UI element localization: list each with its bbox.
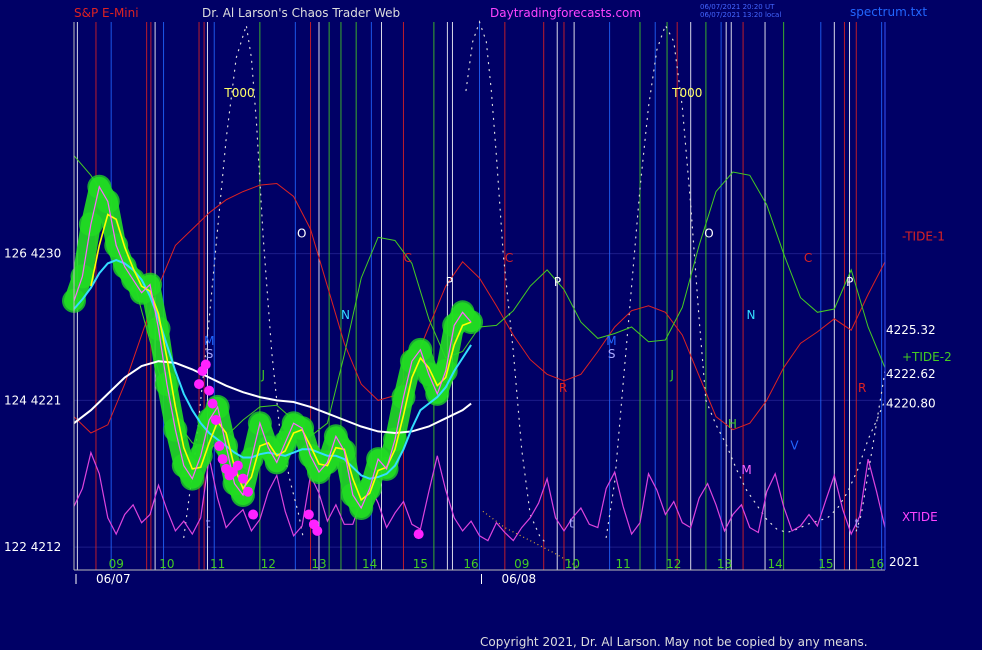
y-tick-label: 122 4212 xyxy=(4,540,61,554)
annotation-label: P xyxy=(554,275,561,289)
x-tick-label: 14 xyxy=(768,557,783,571)
annotation-label: R xyxy=(858,381,866,395)
magenta-dot xyxy=(413,529,424,540)
header-author: Dr. Al Larson's Chaos Trader Web xyxy=(202,6,400,20)
legend-label: XTIDE xyxy=(902,510,938,524)
annotation-label: C xyxy=(804,251,812,265)
annotation-label: t xyxy=(206,517,211,531)
annotation-label: S xyxy=(608,347,616,361)
day-label: 06/08 xyxy=(502,572,537,586)
annotation-label: N xyxy=(341,308,350,322)
x-tick-label: 14 xyxy=(362,557,377,571)
x-tick-label: 12 xyxy=(666,557,681,571)
annotation-label: T000 xyxy=(223,86,254,100)
x-tick-label: 09 xyxy=(514,557,529,571)
right-price-label: 4225.32 xyxy=(886,323,936,337)
annotation-label: H xyxy=(728,417,737,431)
x-tick-label: 10 xyxy=(565,557,580,571)
magenta-dot xyxy=(204,385,215,396)
annotation-label: M xyxy=(204,334,214,348)
magenta-dot xyxy=(312,525,323,536)
x-tick-label: 16 xyxy=(463,557,478,571)
annotation-label: O xyxy=(704,226,713,240)
magenta-dot xyxy=(248,509,259,520)
y-tick-label: 124 4221 xyxy=(4,393,61,407)
header-symbol: S&P E-Mini xyxy=(74,6,139,20)
right-price-label: 4222.62 xyxy=(886,367,936,381)
magenta-dot xyxy=(243,486,254,497)
day-label: 06/07 xyxy=(96,572,131,586)
annotation-label: t xyxy=(855,517,860,531)
annotation-label: R xyxy=(559,381,567,395)
annotation-label: P xyxy=(446,275,453,289)
magenta-dot xyxy=(232,460,243,471)
annotation-label: N xyxy=(746,308,755,322)
year-label: 2021 xyxy=(889,555,920,569)
legend-label: -TIDE-1 xyxy=(902,230,945,244)
annotation-label: V xyxy=(790,438,799,452)
right-price-label: 4220.80 xyxy=(886,397,936,411)
magenta-dot xyxy=(194,379,205,390)
magenta-dot xyxy=(214,441,225,452)
chaos-chart: T000 T000O OC C CP P PN NM MS SJ JR RHVMt t t-TIDE-1+… xyxy=(0,0,982,650)
magenta-dot xyxy=(217,454,228,465)
annotation-label: t xyxy=(569,517,574,531)
x-tick-label: 15 xyxy=(818,557,833,571)
x-tick-label: 11 xyxy=(615,557,630,571)
x-tick-label: 13 xyxy=(717,557,732,571)
x-tick-label: 16 xyxy=(869,557,884,571)
annotation-label: T000 xyxy=(671,86,702,100)
x-tick-label: 13 xyxy=(311,557,326,571)
x-tick-label: 15 xyxy=(413,557,428,571)
x-tick-label: 09 xyxy=(109,557,124,571)
annotation-label: J xyxy=(669,368,674,382)
header-file: spectrum.txt xyxy=(850,5,927,19)
legend-label: +TIDE-2 xyxy=(902,350,952,364)
magenta-dot xyxy=(210,414,221,425)
magenta-dot xyxy=(303,509,314,520)
copyright-text: Copyright 2021, Dr. Al Larson. May not b… xyxy=(480,635,868,649)
header-site[interactable]: Daytradingforecasts.com xyxy=(490,6,641,20)
annotation-label: M xyxy=(606,334,616,348)
y-tick-label: 126 4230 xyxy=(4,247,61,261)
header-stamp-ut: 06/07/2021 20:20 UT xyxy=(700,3,775,11)
header-stamp-local: 06/07/2021 13:20 local xyxy=(700,11,781,19)
magenta-dot xyxy=(237,473,248,484)
annotation-label: J xyxy=(261,368,266,382)
magenta-dot xyxy=(200,359,211,370)
x-tick-label: 11 xyxy=(210,557,225,571)
x-tick-label: 12 xyxy=(261,557,276,571)
annotation-label: M xyxy=(741,463,751,477)
annotation-label: O xyxy=(297,226,306,240)
x-tick-label: 10 xyxy=(159,557,174,571)
annotation-label: C xyxy=(403,251,411,265)
magenta-dot xyxy=(207,398,218,409)
annotation-label: C xyxy=(505,251,513,265)
annotation-label: S xyxy=(206,347,214,361)
annotation-label: P xyxy=(846,275,853,289)
